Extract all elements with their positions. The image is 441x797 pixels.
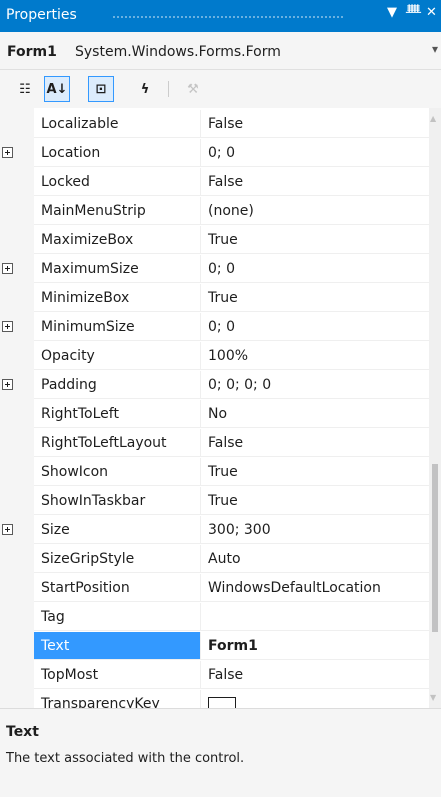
- property-row-showicon[interactable]: ShowIcon True: [0, 458, 429, 487]
- events-icon[interactable]: ϟ: [132, 76, 158, 102]
- property-name[interactable]: MaximizeBox: [34, 226, 200, 254]
- property-value[interactable]: WindowsDefaultLocation: [200, 574, 429, 602]
- property-name[interactable]: ShowIcon: [34, 458, 200, 486]
- expand-plus-icon[interactable]: [2, 263, 13, 274]
- expand-plus-icon[interactable]: [2, 321, 13, 332]
- object-name: Form1: [7, 44, 57, 60]
- property-value[interactable]: True: [200, 458, 429, 486]
- scrollbar-thumb[interactable]: [432, 464, 438, 632]
- property-value[interactable]: Form1: [200, 632, 429, 660]
- property-value[interactable]: False: [200, 110, 429, 138]
- property-row-mainmenustrip[interactable]: MainMenuStrip (none): [0, 197, 429, 226]
- property-value[interactable]: False: [200, 429, 429, 457]
- scroll-up-icon[interactable]: ▲: [430, 114, 436, 123]
- property-row-righttoleftlayout[interactable]: RightToLeftLayout False: [0, 429, 429, 458]
- title-grip[interactable]: [112, 15, 344, 19]
- property-name[interactable]: TransparencyKey: [34, 690, 200, 708]
- property-value[interactable]: 300; 300: [200, 516, 429, 544]
- property-name[interactable]: Localizable: [34, 110, 200, 138]
- description-text: The text associated with the control.: [6, 751, 245, 766]
- property-value[interactable]: [200, 690, 429, 708]
- property-name[interactable]: Tag: [34, 603, 200, 631]
- property-value[interactable]: True: [200, 284, 429, 312]
- property-row-opacity[interactable]: Opacity 100%: [0, 342, 429, 371]
- property-row-transparencykey[interactable]: TransparencyKey: [0, 690, 429, 708]
- property-row-righttoleft[interactable]: RightToLeft No: [0, 400, 429, 429]
- property-row-minimizebox[interactable]: MinimizeBox True: [0, 284, 429, 313]
- property-row-topmost[interactable]: TopMost False: [0, 661, 429, 690]
- property-pages-icon: ⚒: [187, 81, 199, 97]
- property-name[interactable]: MinimumSize: [34, 313, 200, 341]
- property-name[interactable]: RightToLeft: [34, 400, 200, 428]
- property-name[interactable]: MaximumSize: [34, 255, 200, 283]
- properties-icon[interactable]: ⊡: [88, 76, 114, 102]
- property-name[interactable]: Text: [34, 632, 200, 660]
- scroll-down-icon[interactable]: ▼: [430, 693, 436, 702]
- toolbar-separator: [168, 81, 169, 97]
- property-name[interactable]: MainMenuStrip: [34, 197, 200, 225]
- property-row-localizable[interactable]: Localizable False: [0, 110, 429, 139]
- property-row-sizegripstyle[interactable]: SizeGripStyle Auto: [0, 545, 429, 574]
- close-icon[interactable]: ✕: [426, 5, 437, 20]
- property-row-location[interactable]: Location 0; 0: [0, 139, 429, 168]
- alphabetical-icon[interactable]: A↓: [44, 76, 70, 102]
- property-name[interactable]: StartPosition: [34, 574, 200, 602]
- property-name[interactable]: Size: [34, 516, 200, 544]
- object-selector-dropdown-icon[interactable]: ▾: [432, 42, 438, 56]
- property-grid-scrollbar[interactable]: ▲ ▼: [429, 108, 441, 708]
- property-name[interactable]: Opacity: [34, 342, 200, 370]
- description-title: Text: [6, 724, 39, 740]
- property-name[interactable]: Location: [34, 139, 200, 167]
- property-value[interactable]: 0; 0; 0; 0: [200, 371, 429, 399]
- window-position-dropdown-icon[interactable]: ▼: [387, 5, 397, 20]
- properties-title-bar[interactable]: Properties ▼ ᚙ ✕: [0, 0, 441, 32]
- property-value[interactable]: 0; 0: [200, 139, 429, 167]
- property-name[interactable]: ShowInTaskbar: [34, 487, 200, 515]
- property-row-maximumsize[interactable]: MaximumSize 0; 0: [0, 255, 429, 284]
- property-value[interactable]: [200, 603, 429, 631]
- property-row-padding[interactable]: Padding 0; 0; 0; 0: [0, 371, 429, 400]
- property-row-size[interactable]: Size 300; 300: [0, 516, 429, 545]
- object-selector[interactable]: Form1 System.Windows.Forms.Form ▾: [0, 32, 441, 70]
- property-value[interactable]: Auto: [200, 545, 429, 573]
- expand-plus-icon[interactable]: [2, 524, 13, 535]
- property-name[interactable]: TopMost: [34, 661, 200, 689]
- property-row-minimumsize[interactable]: MinimumSize 0; 0: [0, 313, 429, 342]
- property-value[interactable]: No: [200, 400, 429, 428]
- property-row-maximizebox[interactable]: MaximizeBox True: [0, 226, 429, 255]
- property-grid: Localizable False Location 0; 0 Locked False M…: [0, 108, 429, 708]
- properties-toolbar: ☷ A↓ ⊡ ϟ ⚒: [0, 70, 441, 108]
- property-value[interactable]: True: [200, 226, 429, 254]
- property-name[interactable]: SizeGripStyle: [34, 545, 200, 573]
- panel-title: Properties: [6, 7, 77, 23]
- property-row-locked[interactable]: Locked False: [0, 168, 429, 197]
- property-row-text[interactable]: Text Form1: [0, 632, 429, 661]
- expand-plus-icon[interactable]: [2, 379, 13, 390]
- property-name[interactable]: MinimizeBox: [34, 284, 200, 312]
- property-row-tag[interactable]: Tag: [0, 603, 429, 632]
- categorized-icon[interactable]: ☷: [12, 76, 38, 102]
- expand-plus-icon[interactable]: [2, 147, 13, 158]
- property-value[interactable]: True: [200, 487, 429, 515]
- color-swatch[interactable]: [208, 696, 236, 708]
- object-type: System.Windows.Forms.Form: [75, 44, 281, 60]
- property-value[interactable]: False: [200, 168, 429, 196]
- property-name[interactable]: Padding: [34, 371, 200, 399]
- description-pane: Text The text associated with the contro…: [0, 708, 441, 797]
- pin-icon[interactable]: ᚙ: [406, 5, 421, 20]
- property-value[interactable]: False: [200, 661, 429, 689]
- property-value[interactable]: 0; 0: [200, 313, 429, 341]
- property-name[interactable]: RightToLeftLayout: [34, 429, 200, 457]
- property-name[interactable]: Locked: [34, 168, 200, 196]
- property-value[interactable]: 100%: [200, 342, 429, 370]
- property-row-showintaskbar[interactable]: ShowInTaskbar True: [0, 487, 429, 516]
- property-value[interactable]: (none): [200, 197, 429, 225]
- property-row-startposition[interactable]: StartPosition WindowsDefaultLocation: [0, 574, 429, 603]
- property-value[interactable]: 0; 0: [200, 255, 429, 283]
